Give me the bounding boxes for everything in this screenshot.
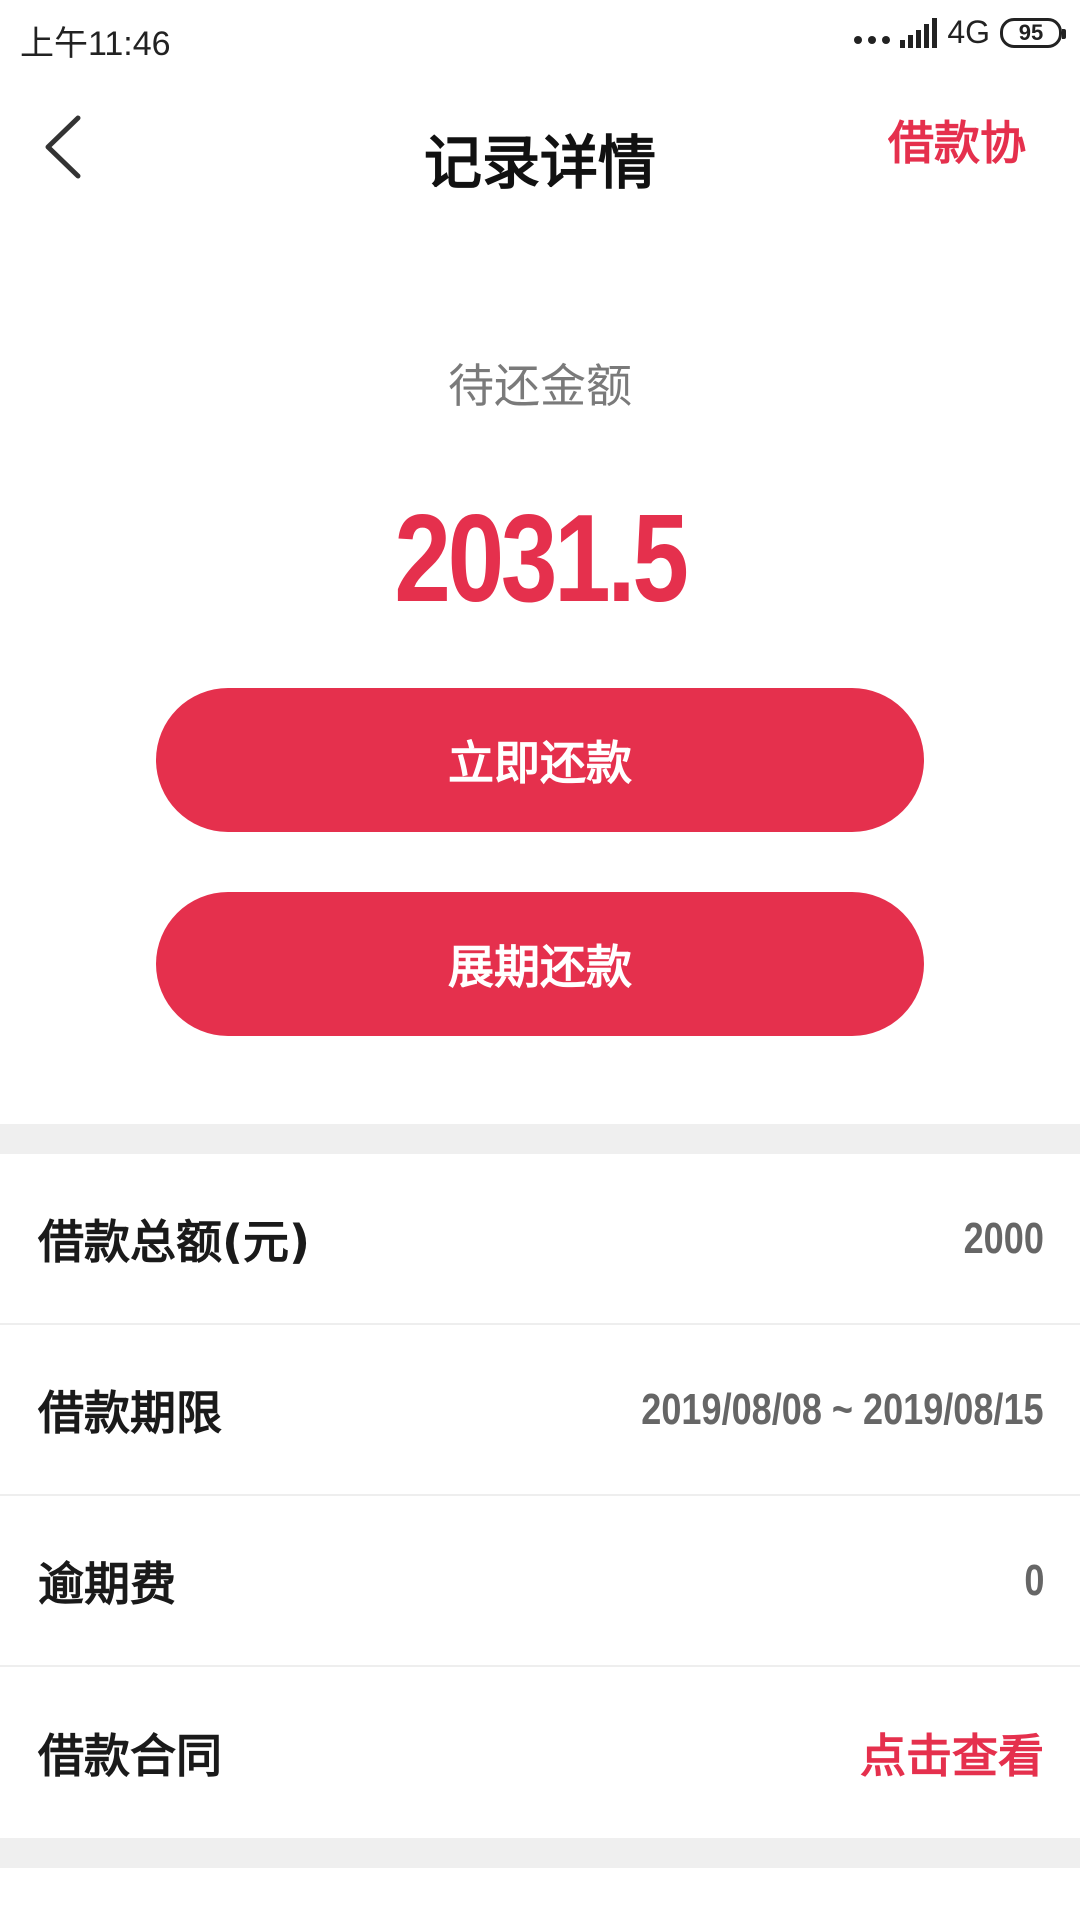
- detail-row-overdue-fee: 逾期费 0: [0, 1496, 1080, 1667]
- repay-now-button[interactable]: 立即还款: [156, 688, 924, 832]
- detail-row-total: 借款总额(元) 2000: [0, 1154, 1080, 1325]
- loan-agreement-link[interactable]: 借款协议: [888, 110, 1038, 186]
- detail-value: 2019/08/08 ~ 2019/08/15: [641, 1384, 1044, 1434]
- detail-label: 借款期限: [38, 1385, 222, 1440]
- network-type: 4G: [947, 14, 990, 50]
- nav-bar: 记录详情 借款协议: [0, 74, 1080, 224]
- view-contract-link[interactable]: 点击查看: [860, 1720, 1044, 1786]
- loan-details-list: 借款总额(元) 2000 借款期限 2019/08/08 ~ 2019/08/1…: [0, 1154, 1080, 1838]
- signal-icon: [900, 17, 938, 48]
- battery-level: 95: [1018, 19, 1044, 45]
- detail-label: 逾期费: [38, 1556, 176, 1611]
- bottom-divider: [0, 1838, 1080, 1868]
- detail-row-term: 借款期限 2019/08/08 ~ 2019/08/15: [0, 1325, 1080, 1496]
- detail-row-contract[interactable]: 借款合同 点击查看: [0, 1667, 1080, 1838]
- pending-amount-label: 待还金额: [448, 359, 632, 413]
- pending-amount-value: 2031.5: [394, 490, 689, 628]
- battery-icon: 95: [1000, 17, 1066, 48]
- detail-value: 2000: [963, 1213, 1044, 1263]
- detail-label: 借款总额(元): [38, 1214, 311, 1269]
- extend-repay-button[interactable]: 展期还款: [156, 892, 924, 1036]
- more-dots-icon: [854, 35, 891, 44]
- status-bar: 上午11:46 4G 95: [0, 0, 1080, 74]
- status-time: 上午11:46: [20, 25, 171, 63]
- detail-label: 借款合同: [38, 1728, 222, 1783]
- detail-value: 0: [1023, 1555, 1044, 1605]
- section-divider: [0, 1124, 1080, 1154]
- status-icons: 4G 95: [854, 14, 1066, 51]
